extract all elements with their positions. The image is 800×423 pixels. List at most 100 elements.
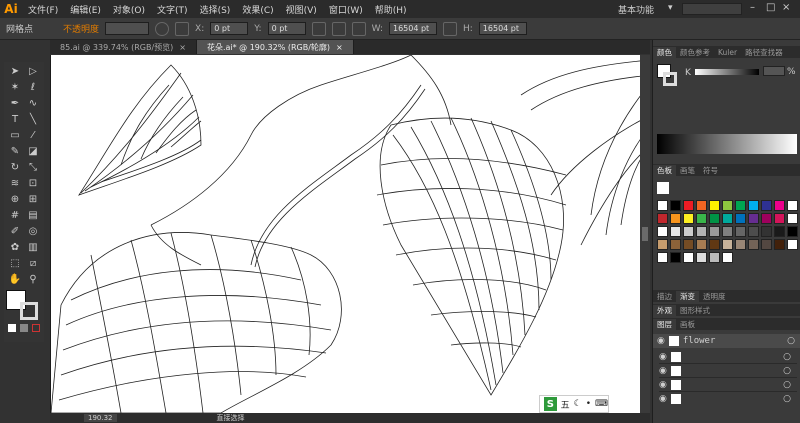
target-icon[interactable]: ○ <box>783 352 791 362</box>
h-field[interactable]: 16504 pt <box>478 22 527 35</box>
vertical-scrollbar[interactable] <box>640 55 650 413</box>
tab-artboards[interactable]: 画板 <box>676 319 699 330</box>
gradient-mode-icon[interactable] <box>20 324 28 332</box>
swatch[interactable] <box>774 200 785 211</box>
swatch[interactable] <box>657 252 668 263</box>
transform-icon[interactable] <box>175 21 190 36</box>
ime-mode-icon[interactable]: 五 <box>561 398 570 411</box>
sublayer-row[interactable]: ◉ ○ <box>659 378 797 392</box>
recolor-icon[interactable] <box>155 21 170 36</box>
lasso-icon[interactable]: ℓ <box>26 80 40 94</box>
swatch[interactable] <box>683 226 694 237</box>
free-transform-icon[interactable]: ⊡ <box>26 176 40 190</box>
sublayer-row[interactable]: ◉ ○ <box>659 350 797 364</box>
swatch[interactable] <box>709 239 720 250</box>
tab-symbols[interactable]: 符号 <box>699 165 722 176</box>
swatch[interactable] <box>696 213 707 224</box>
swatch[interactable] <box>774 213 785 224</box>
menu-item[interactable]: 效果(C) <box>236 3 279 16</box>
swatch[interactable] <box>709 252 720 263</box>
swatch[interactable] <box>735 226 746 237</box>
swatch[interactable] <box>735 213 746 224</box>
swatch[interactable] <box>696 252 707 263</box>
menu-item[interactable]: 帮助(H) <box>369 3 413 16</box>
search-input[interactable] <box>682 3 742 15</box>
eyedropper-icon[interactable]: ✐ <box>8 224 22 238</box>
swatch[interactable] <box>657 200 668 211</box>
tab-graphic-styles[interactable]: 图形样式 <box>676 305 714 316</box>
blend-tool-icon[interactable]: ◎ <box>26 224 40 238</box>
shape-builder-icon[interactable]: ⊕ <box>8 192 22 206</box>
stroke-swatch[interactable] <box>20 302 38 320</box>
menu-item[interactable]: 窗口(W) <box>323 3 369 16</box>
swatch[interactable] <box>761 239 772 250</box>
scroll-thumb[interactable] <box>642 227 648 241</box>
swatch[interactable] <box>774 226 785 237</box>
gradient-tool-icon[interactable]: ▤ <box>26 208 40 222</box>
workspace-switcher[interactable]: 基本功能 <box>618 3 654 16</box>
swatch[interactable] <box>748 200 759 211</box>
arrange-icon[interactable] <box>331 21 346 36</box>
swatch[interactable] <box>709 200 720 211</box>
default-colors-icon[interactable] <box>8 324 16 332</box>
swatch[interactable] <box>657 239 668 250</box>
align-icon[interactable] <box>311 21 326 36</box>
menu-item[interactable]: 文字(T) <box>151 3 194 16</box>
y-field[interactable]: 0 pt <box>267 22 306 35</box>
swatch[interactable] <box>696 239 707 250</box>
swatch[interactable] <box>696 226 707 237</box>
artboard-tool-icon[interactable]: ⬚ <box>8 256 22 270</box>
pencil-icon[interactable]: ✎ <box>8 144 22 158</box>
close-icon[interactable]: × <box>179 43 186 52</box>
close-icon[interactable]: × <box>782 2 790 13</box>
target-icon[interactable]: ○ <box>787 336 795 346</box>
swatch[interactable] <box>683 239 694 250</box>
eye-icon[interactable]: ◉ <box>657 336 665 346</box>
swatch[interactable] <box>735 200 746 211</box>
zoom-tool-icon[interactable]: ⚲ <box>26 272 40 286</box>
swatch[interactable] <box>670 226 681 237</box>
x-field[interactable]: 0 pt <box>210 22 249 35</box>
eraser-icon[interactable]: ◪ <box>26 144 40 158</box>
swatch[interactable] <box>709 226 720 237</box>
swatch[interactable] <box>787 226 798 237</box>
swatch[interactable] <box>670 213 681 224</box>
swatch[interactable] <box>748 213 759 224</box>
swatch[interactable] <box>761 226 772 237</box>
swatch[interactable] <box>670 252 681 263</box>
menu-item[interactable]: 选择(S) <box>194 3 237 16</box>
maximize-icon[interactable]: □ <box>766 2 775 13</box>
minimize-icon[interactable]: – <box>750 2 755 13</box>
swatch[interactable] <box>735 239 746 250</box>
paintbrush-icon[interactable]: ⁄ <box>26 128 40 142</box>
menu-item[interactable]: 文件(F) <box>22 3 64 16</box>
tab-layers[interactable]: 图层 <box>653 318 676 330</box>
doc-tab-flower[interactable]: 花朵.ai* @ 190.32% (RGB/轮廓) × <box>196 40 354 54</box>
swatch[interactable] <box>670 200 681 211</box>
tab-color[interactable]: 颜色 <box>653 46 676 58</box>
swatch[interactable] <box>683 213 694 224</box>
graph-tool-icon[interactable]: ▥ <box>26 240 40 254</box>
slice-tool-icon[interactable]: ⧄ <box>26 256 40 270</box>
swatch[interactable] <box>722 200 733 211</box>
keyboard-icon[interactable]: ⌨ <box>595 399 608 409</box>
swatch[interactable] <box>722 252 733 263</box>
tab-appearance[interactable]: 外观 <box>653 304 676 316</box>
menu-item[interactable]: 对象(O) <box>107 3 151 16</box>
color-spectrum[interactable] <box>657 134 797 154</box>
selection-tool-icon[interactable]: ➤ <box>8 64 22 78</box>
k-value-field[interactable] <box>763 66 785 76</box>
symbol-sprayer-icon[interactable]: ✿ <box>8 240 22 254</box>
swatch[interactable] <box>722 226 733 237</box>
curvature-icon[interactable]: ∿ <box>26 96 40 110</box>
swatch[interactable] <box>722 239 733 250</box>
swatch[interactable] <box>657 226 668 237</box>
swatch[interactable] <box>761 200 772 211</box>
swatch[interactable] <box>748 239 759 250</box>
opacity-label[interactable]: 不透明度 <box>63 22 99 35</box>
link-icon[interactable] <box>442 21 457 36</box>
chevron-down-icon[interactable]: ▾ <box>668 3 673 13</box>
hand-tool-icon[interactable]: ✋ <box>8 272 22 286</box>
perspective-icon[interactable]: ⊞ <box>26 192 40 206</box>
rectangle-tool-icon[interactable]: ▭ <box>8 128 22 142</box>
